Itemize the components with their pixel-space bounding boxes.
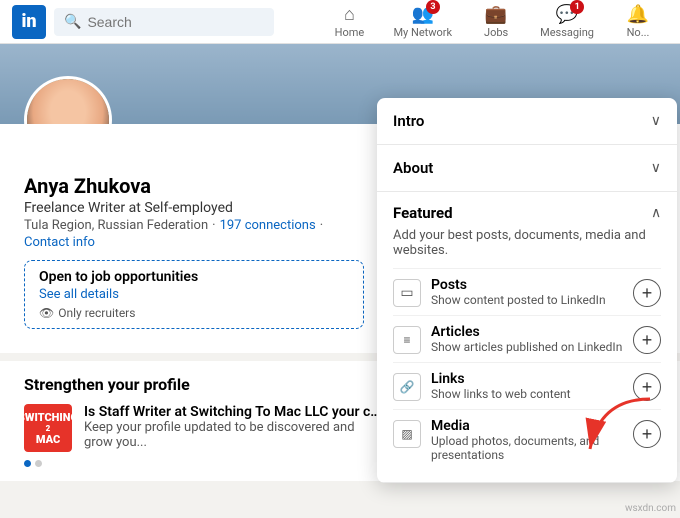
strengthen-item-desc: Keep your profile updated to be discover…	[84, 420, 384, 450]
strengthen-logo: SWITCHING 2 MAC	[24, 404, 72, 452]
dot-inactive	[35, 460, 42, 467]
eye-icon: 👁	[39, 306, 54, 320]
nav-item-notifications[interactable]: 🔔 No...	[608, 0, 668, 43]
nav-item-jobs[interactable]: 💼 Jobs	[466, 0, 526, 43]
strengthen-item-title: Is Staff Writer at Switching To Mac LLC …	[84, 404, 384, 420]
articles-add-button[interactable]: +	[633, 326, 661, 354]
notifications-icon: 🔔	[627, 4, 649, 25]
articles-label: Articles	[431, 324, 622, 340]
posts-label: Posts	[431, 277, 606, 293]
open-to-sub: 👁 Only recruiters	[39, 306, 349, 320]
messaging-icon: 💬 1	[556, 4, 578, 25]
open-to-box: Open to job opportunities See all detail…	[24, 260, 364, 329]
intro-label: Intro	[393, 112, 424, 130]
posts-desc: Show content posted to LinkedIn	[431, 293, 606, 307]
feat-item-posts: ▭ Posts Show content posted to LinkedIn …	[393, 268, 661, 315]
nav-items: ⌂ Home 👥 3 My Network 💼 Jobs 💬 1 Messagi…	[319, 0, 668, 43]
featured-title: Featured	[393, 204, 453, 222]
links-label: Links	[431, 371, 571, 387]
search-input[interactable]	[87, 14, 264, 30]
home-icon: ⌂	[344, 4, 355, 25]
network-icon: 👥 3	[412, 4, 434, 25]
dot-active	[24, 460, 31, 467]
media-icon: ▨	[393, 420, 421, 448]
dropdown-about-row[interactable]: About ∨	[377, 145, 677, 192]
top-navigation: in 🔍 ⌂ Home 👥 3 My Network 💼 Jobs 💬 1 Me…	[0, 0, 680, 44]
search-icon: 🔍	[64, 14, 81, 30]
see-all-link[interactable]: See all details	[39, 287, 349, 302]
links-icon: 🔗	[393, 373, 421, 401]
watermark: wsxdn.com	[625, 503, 676, 514]
about-label: About	[393, 159, 433, 177]
chevron-up-icon: ∨	[651, 205, 661, 221]
messaging-badge: 1	[570, 0, 584, 14]
featured-header: Featured ∨	[393, 204, 661, 222]
links-desc: Show links to web content	[431, 387, 571, 401]
linkedin-logo[interactable]: in	[12, 5, 46, 39]
arrow-annotation	[580, 394, 660, 468]
dropdown-intro-row[interactable]: Intro ∨	[377, 98, 677, 145]
articles-desc: Show articles published on LinkedIn	[431, 340, 622, 354]
nav-item-home[interactable]: ⌂ Home	[319, 0, 379, 43]
featured-description: Add your best posts, documents, media an…	[393, 228, 661, 258]
connections-link[interactable]: 197 connections	[220, 218, 316, 233]
jobs-icon: 💼	[485, 4, 507, 25]
posts-icon: ▭	[393, 279, 421, 307]
nav-item-messaging[interactable]: 💬 1 Messaging	[526, 0, 608, 43]
posts-add-button[interactable]: +	[633, 279, 661, 307]
search-box[interactable]: 🔍	[54, 8, 274, 36]
network-badge: 3	[426, 0, 440, 14]
chevron-down-icon: ∨	[651, 113, 661, 129]
open-to-title: Open to job opportunities	[39, 269, 349, 285]
feat-item-articles: ≡ Articles Show articles published on Li…	[393, 315, 661, 362]
chevron-down-icon-2: ∨	[651, 160, 661, 176]
articles-icon: ≡	[393, 326, 421, 354]
nav-item-network[interactable]: 👥 3 My Network	[379, 0, 466, 43]
